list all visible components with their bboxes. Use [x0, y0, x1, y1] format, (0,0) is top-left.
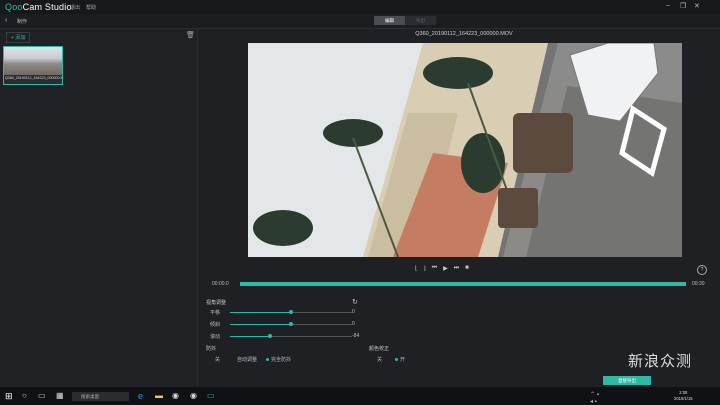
color-correction-on[interactable]: 开: [395, 356, 405, 363]
tray-icons[interactable]: ⌃ ▪ ◂ ▪: [590, 391, 600, 405]
app-icon-1[interactable]: ◉: [172, 391, 182, 401]
stabilization-auto[interactable]: 自动调整: [237, 356, 257, 363]
radio-selected-icon: [395, 358, 398, 362]
breadcrumb: 制作: [17, 19, 28, 25]
color-correction-off[interactable]: 关: [377, 356, 382, 363]
stabilization-title: 防抖: [206, 346, 217, 352]
slider-tilt[interactable]: 倾斜 0: [210, 321, 370, 328]
back-arrow-icon[interactable]: ‹: [5, 17, 7, 24]
slider-roll-value: -84: [352, 333, 360, 339]
slider-tilt-value: 0: [352, 321, 355, 327]
task-view-icon[interactable]: ▭: [38, 391, 48, 401]
stop-icon[interactable]: ■: [465, 265, 469, 272]
title-bar: QooCam Studio 退出 帮助 – ❐ ✕: [0, 0, 720, 14]
total-time: 00:30: [692, 281, 705, 287]
cortana-icon[interactable]: ○: [22, 391, 32, 401]
slider-roll-label: 滚动: [210, 334, 221, 340]
taskbar-search[interactable]: 搜索桌面: [72, 392, 129, 401]
sub-toolbar: ‹ 制作: [0, 14, 720, 29]
export-button[interactable]: 直接导出: [603, 376, 651, 385]
current-time: 00:00.0: [212, 281, 229, 287]
taskbar-clock: 2:08 2019/1/15: [674, 390, 693, 402]
slider-pan-value: 0: [352, 309, 355, 315]
minimize-icon[interactable]: –: [666, 2, 670, 9]
menu-help[interactable]: 帮助: [86, 4, 96, 11]
color-correction-title: 颜色校正: [369, 346, 390, 352]
thumbnail-image: [4, 47, 62, 75]
skip-forward-icon[interactable]: ⏭: [454, 265, 459, 272]
tab-edit[interactable]: 编辑: [374, 16, 405, 25]
play-icon[interactable]: ▶: [443, 265, 448, 272]
clip-thumbnail[interactable]: Q360_20190112_164223_000000.MOV: [3, 46, 63, 85]
add-media-button[interactable]: + 添加: [6, 32, 31, 43]
windows-start-icon[interactable]: ⊞: [5, 391, 15, 401]
clip-name: Q360_20190112_164223_000000.MOV: [5, 76, 62, 80]
slider-tilt-label: 倾斜: [210, 322, 221, 328]
mark-out-icon[interactable]: ⌋: [423, 265, 425, 272]
reset-icon[interactable]: ↻: [352, 298, 358, 306]
slider-fill: [230, 324, 291, 325]
slider-fill: [230, 336, 271, 337]
timeline-bar[interactable]: [240, 282, 686, 286]
trash-icon[interactable]: 🗑: [186, 31, 195, 39]
app-icon-2[interactable]: ◉: [190, 391, 200, 401]
menu-exit[interactable]: 退出: [70, 4, 80, 11]
slider-fill: [230, 312, 291, 313]
tab-export[interactable]: 导出: [405, 16, 436, 25]
stabilization-full[interactable]: 完全防抖: [266, 356, 291, 363]
slider-knob[interactable]: [289, 310, 293, 314]
radio-selected-icon: [266, 358, 269, 362]
folder-icon[interactable]: ▬: [155, 391, 165, 401]
skip-back-icon[interactable]: ⏮: [432, 265, 437, 272]
help-icon[interactable]: ?: [697, 265, 707, 275]
app-logo: QooCam Studio: [5, 2, 72, 12]
mark-in-icon[interactable]: ⌊: [415, 265, 417, 272]
stabilization-off[interactable]: 关: [215, 356, 220, 363]
close-icon[interactable]: ✕: [694, 2, 700, 10]
slider-pan-label: 平移: [210, 310, 221, 316]
slider-roll[interactable]: 滚动 -84: [210, 333, 370, 340]
slider-pan[interactable]: 平移 0: [210, 309, 370, 316]
app-grid-icon[interactable]: ▦: [56, 391, 66, 401]
maximize-icon[interactable]: ❐: [680, 2, 686, 10]
video-preview[interactable]: [248, 43, 682, 257]
playback-controls: ⌊ ⌋ ⏮ ▶ ⏭ ■: [415, 265, 469, 272]
viewer-filename: Q360_20190112_164223_000000.MOV: [415, 31, 513, 37]
slider-knob[interactable]: [268, 334, 273, 338]
watermark-text: 新浪众测: [628, 352, 693, 370]
edge-icon[interactable]: e: [138, 391, 148, 401]
qoocam-taskbar-icon[interactable]: ▭: [207, 391, 217, 401]
media-library-panel: + 添加 🗑 Q360_20190112_164223_000000.MOV: [0, 29, 198, 387]
mode-tabs: 编辑 导出: [374, 16, 436, 25]
clock-date: 2019/1/15: [674, 396, 693, 401]
preview-frame: [248, 43, 682, 257]
view-adjust-title: 视角调整: [206, 300, 227, 306]
slider-knob[interactable]: [289, 322, 293, 326]
